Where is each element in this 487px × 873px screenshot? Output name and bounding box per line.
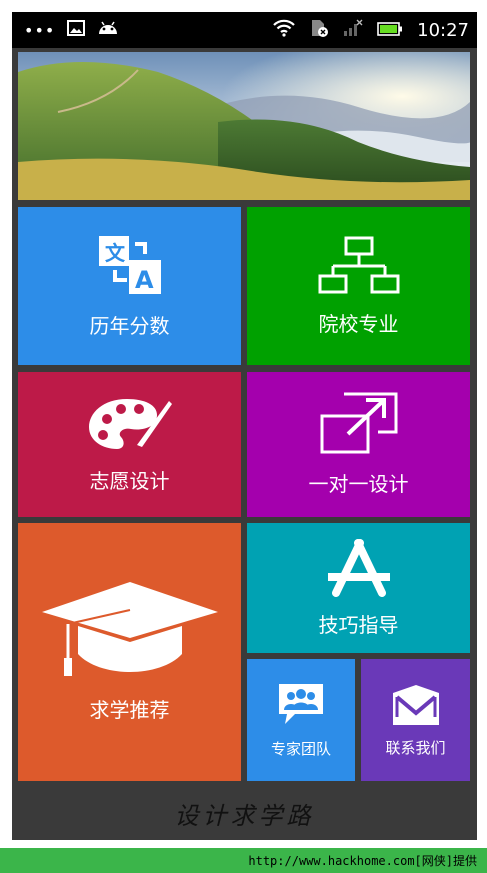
tile-contact-us[interactable]: 联系我们	[361, 659, 470, 781]
tile-label: 一对一设计	[308, 472, 409, 496]
tile-label: 专家团队	[270, 739, 331, 758]
tile-study-recommendation[interactable]: 求学推荐	[18, 523, 241, 781]
tile-schools-majors[interactable]: 院校专业	[247, 207, 470, 365]
tile-skills-guidance[interactable]: 技巧指导	[247, 523, 470, 653]
screenshot-frame: ••• 10:27 文 A 历年分数 院校专业 志愿设计 一对一设计 求学推荐 …	[0, 0, 487, 848]
battery-icon	[377, 21, 403, 40]
graduation-cap-icon	[40, 581, 220, 686]
app-footer-title: 设计求学路	[174, 801, 315, 830]
translate-icon: 文 A	[97, 234, 163, 302]
tile-expert-team[interactable]: 专家团队	[247, 659, 355, 781]
android-icon	[97, 20, 119, 40]
watermark-text: http://www.hackhome.com[网侠]提供	[248, 854, 477, 868]
svg-text:A: A	[135, 266, 154, 294]
svg-text:文: 文	[105, 241, 126, 265]
clock: 10:27	[417, 19, 469, 41]
more-dots: •••	[24, 20, 56, 40]
tile-label: 志愿设计	[89, 469, 170, 493]
palette-icon	[87, 395, 173, 457]
status-left: •••	[24, 20, 119, 40]
tile-label: 技巧指导	[318, 612, 399, 637]
team-chat-icon	[275, 682, 327, 732]
tile-label: 历年分数	[89, 313, 170, 338]
tile-application-design[interactable]: 志愿设计	[18, 372, 241, 517]
app-store-icon	[326, 538, 392, 601]
status-bar: ••• 10:27	[12, 12, 477, 48]
hierarchy-icon	[318, 236, 400, 300]
tile-one-on-one-design[interactable]: 一对一设计	[247, 372, 470, 517]
sim-blocked-icon	[309, 18, 329, 42]
tile-label: 院校专业	[318, 311, 399, 336]
wifi-icon	[273, 19, 295, 41]
phone-screen: ••• 10:27 文 A 历年分数 院校专业 志愿设计 一对一设计 求学推荐 …	[12, 12, 477, 840]
image-notification-icon	[67, 20, 86, 40]
tile-label: 求学推荐	[89, 697, 170, 722]
tile-label: 联系我们	[385, 738, 446, 757]
mail-icon	[391, 683, 441, 731]
external-link-icon	[320, 392, 398, 460]
watermark-bar: http://www.hackhome.com[网侠]提供	[0, 848, 487, 873]
banner-image[interactable]	[18, 52, 470, 200]
signal-icon	[343, 19, 363, 41]
tile-historical-scores[interactable]: 文 A 历年分数	[18, 207, 241, 365]
status-right: 10:27	[273, 18, 469, 42]
